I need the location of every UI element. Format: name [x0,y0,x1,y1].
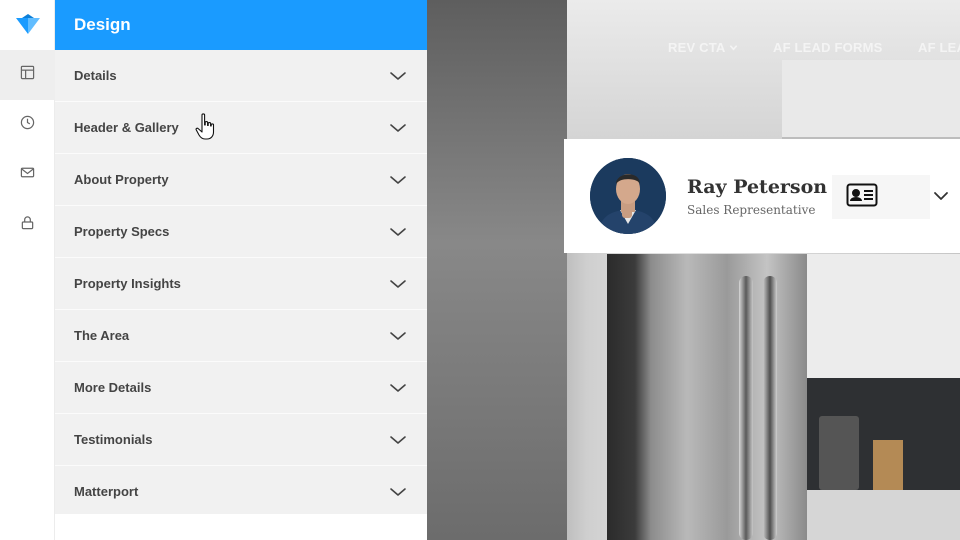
contact-button[interactable] [832,175,930,219]
chevron-down-icon[interactable] [389,171,407,189]
chevron-down-icon[interactable] [389,483,407,501]
agent-avatar [590,158,666,234]
mail-icon [20,165,35,185]
accordion-section-more-details[interactable]: More Details [55,362,427,414]
lock-icon [20,215,35,235]
rail-button-history[interactable] [0,100,55,150]
accordion-section-header-gallery[interactable]: Header & Gallery [55,102,427,154]
design-panel: Design Details Header & Gallery About Pr… [55,0,427,540]
agent-name: Ray Peterson [687,176,828,198]
page-preview: REV CTA AF LEAD FORMS AF LEA Ray Peterso… [427,0,960,540]
rail-button-mail[interactable] [0,150,55,200]
agent-card: Ray Peterson Sales Representative [564,139,960,253]
accordion-section-label: More Details [74,380,152,395]
hand-pointer-cursor-icon [195,113,217,141]
chevron-down-icon[interactable] [932,187,950,205]
accordion-section-label: Matterport [74,484,139,499]
contact-card-icon [846,183,878,212]
accordion-section-testimonials[interactable]: Testimonials [55,414,427,466]
chevron-down-icon[interactable] [389,431,407,449]
panel-title: Design [55,0,427,50]
chevron-down-icon[interactable] [389,275,407,293]
accordion-section-label: Property Insights [74,276,181,291]
site-nav: REV CTA AF LEAD FORMS AF LEA [427,40,960,56]
accordion-section-label: About Property [74,172,169,187]
accordion-section-label: Header & Gallery [74,120,179,135]
accordion-section-property-specs[interactable]: Property Specs [55,206,427,258]
accordion-section-matterport[interactable]: Matterport [55,466,427,518]
layout-icon [20,65,35,85]
app-logo-icon[interactable] [12,12,44,38]
accordion-section-property-insights[interactable]: Property Insights [55,258,427,310]
agent-title: Sales Representative [687,203,816,217]
accordion-section-label: Property Specs [74,224,170,239]
chevron-down-icon[interactable] [389,67,407,85]
chevron-down-icon[interactable] [389,223,407,241]
accordion-section-label: Details [74,68,117,83]
chevron-down-icon [729,45,738,51]
rail-button-design[interactable] [0,50,55,100]
section-list: Details Header & Gallery About Property [55,50,427,518]
chevron-down-icon[interactable] [389,379,407,397]
accordion-section-details[interactable]: Details [55,50,427,102]
nav-item-af-lead-forms[interactable]: AF LEAD FORMS [773,40,882,55]
background-photo [427,0,567,540]
accordion-section-the-area[interactable]: The Area [55,310,427,362]
nav-item-label: REV CTA [668,40,726,55]
nav-item-rev-cta[interactable]: REV CTA [668,40,738,55]
accordion-section-label: Testimonials [74,432,153,447]
nav-item-af-lea[interactable]: AF LEA [918,40,960,55]
accordion-section-about-property[interactable]: About Property [55,154,427,206]
chevron-down-icon[interactable] [389,327,407,345]
panel-empty-area [55,514,427,540]
chevron-down-icon[interactable] [389,119,407,137]
clock-icon [20,115,35,135]
rail-button-lock[interactable] [0,200,55,250]
icon-rail [0,0,55,540]
accordion-section-label: The Area [74,328,130,343]
